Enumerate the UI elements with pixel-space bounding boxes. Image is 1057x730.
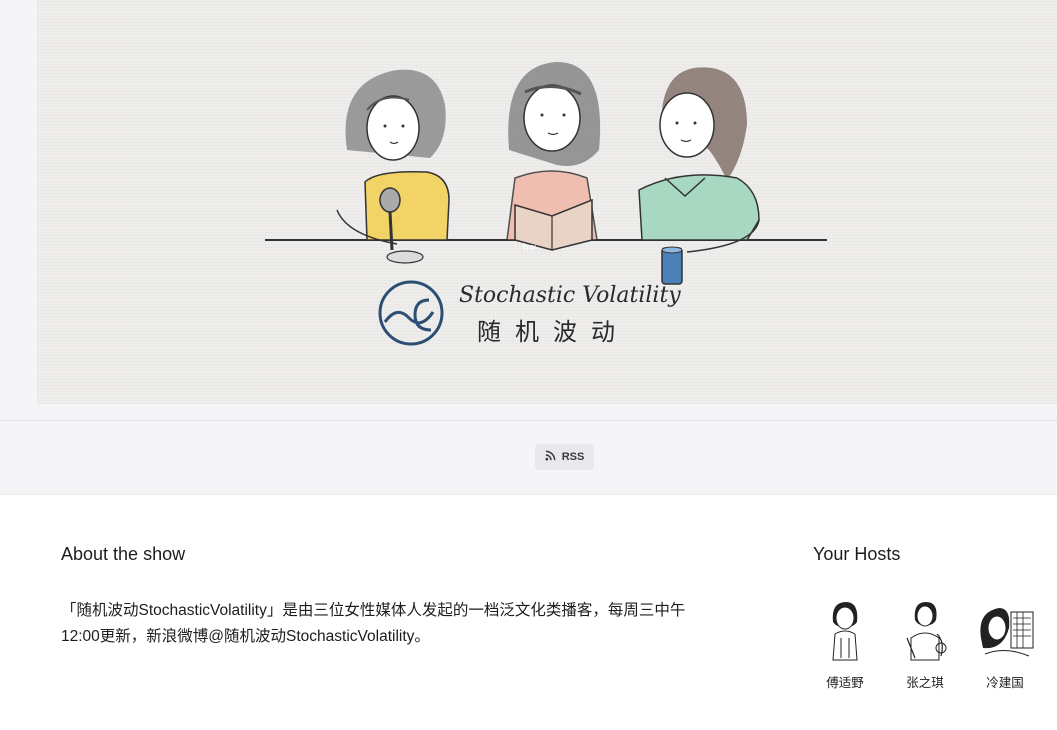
host-card[interactable]: 傅适野 [805,598,885,691]
show-description: 「随机波动StochasticVolatility」是由三位女性媒体人发起的一档… [61,602,686,645]
artwork-illustration: hw Stochastic Volatility 随机波动 [265,62,827,346]
artwork-title-en: Stochastic Volatility [459,283,681,308]
host-illustration-1 [336,69,450,264]
host-avatar [832,602,858,661]
rss-label: RSS [561,451,585,463]
host-illustration-2: hw [506,62,601,253]
host-card[interactable]: 冷建国 [965,598,1045,691]
book-mark: hw [523,243,536,253]
host-illustration-3 [638,67,760,285]
host-name: 冷建国 [986,676,1024,690]
show-logo [378,280,444,346]
host-avatar [906,602,947,661]
feed-toolbar: RSS [0,421,1057,495]
host-name: 傅适野 [826,676,864,690]
host-card[interactable]: 张之琪 [885,598,965,691]
artwork-title-zh: 随机波动 [477,318,629,346]
host-name: 张之琪 [906,676,944,690]
show-artwork: hw Stochastic Volatility 随机波动 [37,0,1057,404]
hero-banner: hw Stochastic Volatility 随机波动 [0,0,1057,421]
hosts-heading: Your Hosts [813,544,901,564]
rss-button[interactable]: RSS [535,444,594,470]
rss-icon [545,450,556,464]
about-heading: About the show [61,544,186,564]
host-avatar [980,608,1034,657]
